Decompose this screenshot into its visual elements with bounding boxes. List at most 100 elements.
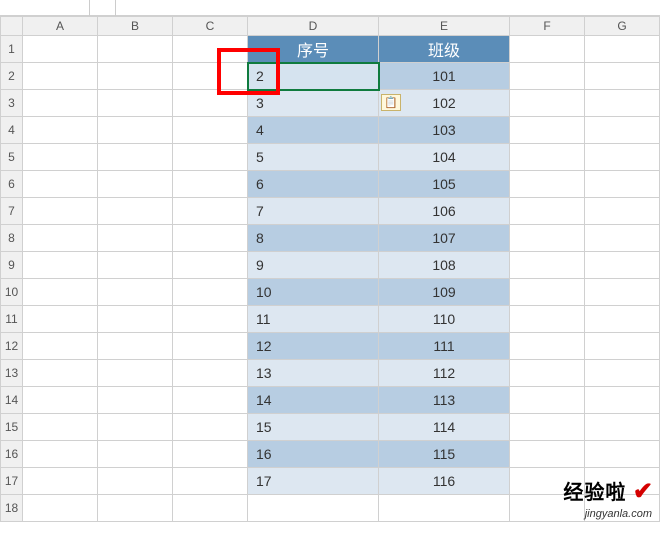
cell-E8[interactable]: 107 bbox=[379, 225, 510, 252]
cell-F10[interactable] bbox=[510, 279, 585, 306]
row-header[interactable]: 15 bbox=[1, 414, 23, 441]
cell-G14[interactable] bbox=[585, 387, 660, 414]
cell-A14[interactable] bbox=[23, 387, 98, 414]
cell-G3[interactable] bbox=[585, 90, 660, 117]
cell-F3[interactable] bbox=[510, 90, 585, 117]
cell-C2[interactable] bbox=[173, 63, 248, 90]
cell-A5[interactable] bbox=[23, 144, 98, 171]
cell-C1[interactable] bbox=[173, 36, 248, 63]
cell-E14[interactable]: 113 bbox=[379, 387, 510, 414]
cell-D10[interactable]: 10 bbox=[248, 279, 379, 306]
row-header[interactable]: 6 bbox=[1, 171, 23, 198]
cell-E16[interactable]: 115 bbox=[379, 441, 510, 468]
cell-C5[interactable] bbox=[173, 144, 248, 171]
cell-G12[interactable] bbox=[585, 333, 660, 360]
cell-F15[interactable] bbox=[510, 414, 585, 441]
cell-D3[interactable]: 3 bbox=[248, 90, 379, 117]
cell-F16[interactable] bbox=[510, 441, 585, 468]
cell-G16[interactable] bbox=[585, 441, 660, 468]
cell-B2[interactable] bbox=[98, 63, 173, 90]
cell-F2[interactable] bbox=[510, 63, 585, 90]
cell-B4[interactable] bbox=[98, 117, 173, 144]
cell-A13[interactable] bbox=[23, 360, 98, 387]
cell-E2[interactable]: 101 bbox=[379, 63, 510, 90]
row-header[interactable]: 17 bbox=[1, 468, 23, 495]
cell-A17[interactable] bbox=[23, 468, 98, 495]
name-box[interactable] bbox=[0, 0, 90, 16]
cell-C12[interactable] bbox=[173, 333, 248, 360]
cell-A2[interactable] bbox=[23, 63, 98, 90]
cell-B11[interactable] bbox=[98, 306, 173, 333]
cell-G10[interactable] bbox=[585, 279, 660, 306]
cell-D6[interactable]: 6 bbox=[248, 171, 379, 198]
cell-G9[interactable] bbox=[585, 252, 660, 279]
cell-B3[interactable] bbox=[98, 90, 173, 117]
cell-G4[interactable] bbox=[585, 117, 660, 144]
cell-C15[interactable] bbox=[173, 414, 248, 441]
col-header-E[interactable]: E bbox=[379, 17, 510, 36]
row-header[interactable]: 9 bbox=[1, 252, 23, 279]
cell-C11[interactable] bbox=[173, 306, 248, 333]
cell-F9[interactable] bbox=[510, 252, 585, 279]
cell-G6[interactable] bbox=[585, 171, 660, 198]
row-header[interactable]: 5 bbox=[1, 144, 23, 171]
col-header-B[interactable]: B bbox=[98, 17, 173, 36]
cell-E17[interactable]: 116 bbox=[379, 468, 510, 495]
cell-B17[interactable] bbox=[98, 468, 173, 495]
cell-E9[interactable]: 108 bbox=[379, 252, 510, 279]
cell-B18[interactable] bbox=[98, 495, 173, 522]
cell-G2[interactable] bbox=[585, 63, 660, 90]
cell-E13[interactable]: 112 bbox=[379, 360, 510, 387]
row-header[interactable]: 7 bbox=[1, 198, 23, 225]
cell-E6[interactable]: 105 bbox=[379, 171, 510, 198]
cell-C3[interactable] bbox=[173, 90, 248, 117]
cell-G15[interactable] bbox=[585, 414, 660, 441]
row-header[interactable]: 3 bbox=[1, 90, 23, 117]
select-all-corner[interactable] bbox=[1, 17, 23, 36]
cell-D7[interactable]: 7 bbox=[248, 198, 379, 225]
cell-B12[interactable] bbox=[98, 333, 173, 360]
cell-F7[interactable] bbox=[510, 198, 585, 225]
cell-G1[interactable] bbox=[585, 36, 660, 63]
cell-E11[interactable]: 110 bbox=[379, 306, 510, 333]
row-header[interactable]: 12 bbox=[1, 333, 23, 360]
cell-C14[interactable] bbox=[173, 387, 248, 414]
col-header-A[interactable]: A bbox=[23, 17, 98, 36]
cell-E7[interactable]: 106 bbox=[379, 198, 510, 225]
cell-A18[interactable] bbox=[23, 495, 98, 522]
cell-B9[interactable] bbox=[98, 252, 173, 279]
cell-E10[interactable]: 109 bbox=[379, 279, 510, 306]
header-班级[interactable]: 班级 bbox=[379, 36, 510, 63]
cell-E4[interactable]: 103 bbox=[379, 117, 510, 144]
grid[interactable]: A B C D E F G 1 序号 班级 2 bbox=[0, 16, 660, 522]
cell-D17[interactable]: 17 bbox=[248, 468, 379, 495]
cell-C4[interactable] bbox=[173, 117, 248, 144]
cell-E5[interactable]: 104 bbox=[379, 144, 510, 171]
cell-G7[interactable] bbox=[585, 198, 660, 225]
cell-D18[interactable] bbox=[248, 495, 379, 522]
row-header[interactable]: 1 bbox=[1, 36, 23, 63]
cell-G13[interactable] bbox=[585, 360, 660, 387]
cell-B10[interactable] bbox=[98, 279, 173, 306]
row-header[interactable]: 11 bbox=[1, 306, 23, 333]
cell-C10[interactable] bbox=[173, 279, 248, 306]
row-header[interactable]: 16 bbox=[1, 441, 23, 468]
cell-D16[interactable]: 16 bbox=[248, 441, 379, 468]
paste-options-icon[interactable] bbox=[381, 94, 401, 111]
row-header[interactable]: 13 bbox=[1, 360, 23, 387]
cell-B16[interactable] bbox=[98, 441, 173, 468]
row-header[interactable]: 4 bbox=[1, 117, 23, 144]
cell-C7[interactable] bbox=[173, 198, 248, 225]
cell-A3[interactable] bbox=[23, 90, 98, 117]
cell-A7[interactable] bbox=[23, 198, 98, 225]
row-header[interactable]: 18 bbox=[1, 495, 23, 522]
cell-D14[interactable]: 14 bbox=[248, 387, 379, 414]
cell-F11[interactable] bbox=[510, 306, 585, 333]
cell-A1[interactable] bbox=[23, 36, 98, 63]
cell-G8[interactable] bbox=[585, 225, 660, 252]
cell-A16[interactable] bbox=[23, 441, 98, 468]
cell-F1[interactable] bbox=[510, 36, 585, 63]
cell-A10[interactable] bbox=[23, 279, 98, 306]
cell-D15[interactable]: 15 bbox=[248, 414, 379, 441]
row-header[interactable]: 2 bbox=[1, 63, 23, 90]
